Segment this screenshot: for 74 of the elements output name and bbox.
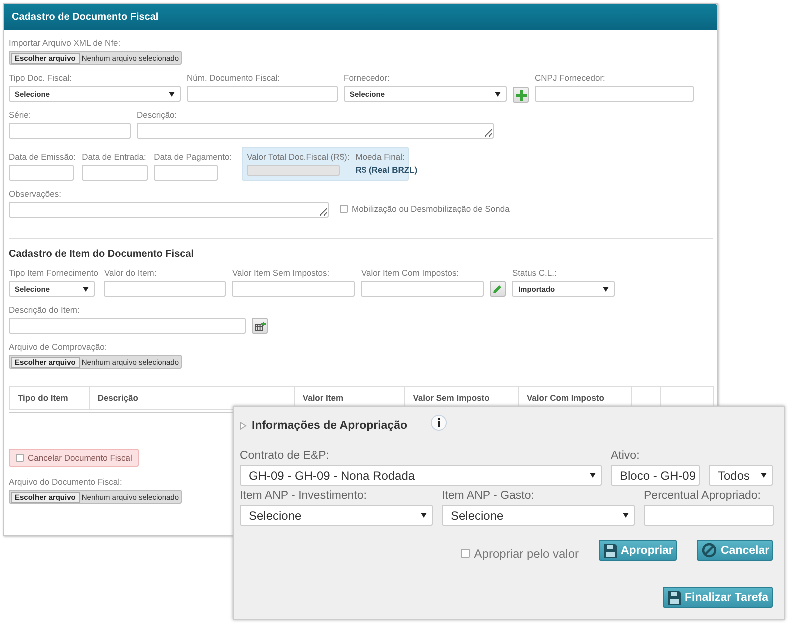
field-label: Valor do Item: [104,268,158,279]
floppy-icon [604,544,617,558]
select-field[interactable]: Bloco - GH-09 [611,465,700,486]
field-label: Valor Total Doc.Fiscal (R$): [247,152,350,163]
field-label: Importar Arquivo XML de Nfe: [9,38,122,49]
select-field[interactable]: Selecione [240,505,433,526]
caret-icon [169,92,175,96]
caret-icon [623,513,629,518]
field-label: Série: [9,110,32,121]
select-field[interactable]: GH-09 - GH-09 - Nona Rodada [240,465,602,486]
checkbox-label: Cancelar Documento Fiscal [28,453,132,463]
field-label: Contrato de E&P: [240,449,330,463]
input-field[interactable] [644,505,774,526]
input-field[interactable] [232,281,356,297]
input-field[interactable] [361,281,484,297]
field-label: Descrição do Item: [9,305,81,316]
checkbox-label: Mobilização ou Desmobilização de Sonda [352,204,510,214]
field-label: Ativo: [611,449,641,463]
field-label: Tipo Item Fornecimento [9,268,98,279]
panel-heading: Informações de Apropriação [252,420,408,432]
field-label: Percentual Apropriado: [644,489,762,503]
select-field[interactable]: Selecione [442,505,635,526]
add-table-button[interactable] [252,318,268,334]
select-field[interactable]: Todos [709,465,773,486]
caret-icon [495,92,501,96]
field-label: Arquivo do Documento Fiscal: [9,477,124,488]
input-field[interactable] [82,165,148,181]
field-label: Valor Item Sem Impostos: [232,268,331,279]
field-label: Valor Item Com Impostos: [361,268,460,279]
plus-icon [516,90,526,100]
input-field[interactable] [535,86,694,102]
expand-toggle[interactable] [240,422,247,430]
input-field[interactable] [154,165,218,181]
add-button[interactable] [513,87,529,103]
table-add-icon [254,322,266,330]
input-field[interactable] [9,318,246,334]
caret-icon [421,513,427,518]
input-field[interactable] [9,123,131,139]
field-label: CNPJ Fornecedor: [535,73,606,84]
text-area[interactable] [137,123,494,139]
field-label: Núm. Documento Fiscal: [187,73,282,84]
checkbox[interactable] [461,549,470,558]
input-field[interactable] [187,86,338,102]
floppy-icon [668,590,681,604]
caret-icon [761,473,767,478]
field-label: Observações: [9,189,62,200]
panel-title: Cadastro de Documento Fiscal [4,4,717,30]
edit-button[interactable] [490,281,506,297]
field-label: Status C.L.: [512,268,558,279]
input-field[interactable] [104,281,226,297]
section-heading: Cadastro de Item do Documento Fiscal [9,249,196,260]
text-area[interactable] [9,202,329,218]
column-header: Tipo do Item [10,386,90,410]
info-icon[interactable] [430,415,447,431]
currency-value: R$ (Real BRZL) [356,165,418,175]
field-label: Item ANP - Gasto: [442,489,536,503]
input-field[interactable] [9,165,74,181]
cancel-icon [702,543,717,558]
field-label: Tipo Doc. Fiscal: [9,73,73,84]
caret-icon [603,286,610,292]
field-label: Moeda Final: [356,152,406,163]
field-label: Arquivo de Comprovação: [9,342,108,353]
field-label: Descrição: [137,110,178,121]
field-label: Fornecedor: [344,73,391,84]
field-label: Data de Emissão: [9,152,76,163]
pencil-icon [493,284,504,294]
field-label: Item ANP - Investimento: [240,489,368,503]
caret-icon [83,286,89,292]
caret-icon [590,473,596,478]
checkbox-label: Apropriar pelo valor [474,546,579,560]
checkbox[interactable] [16,454,24,462]
field-label: Data de Entrada: [82,152,148,163]
checkbox[interactable] [340,205,348,213]
field-label: Data de Pagamento: [154,152,232,163]
